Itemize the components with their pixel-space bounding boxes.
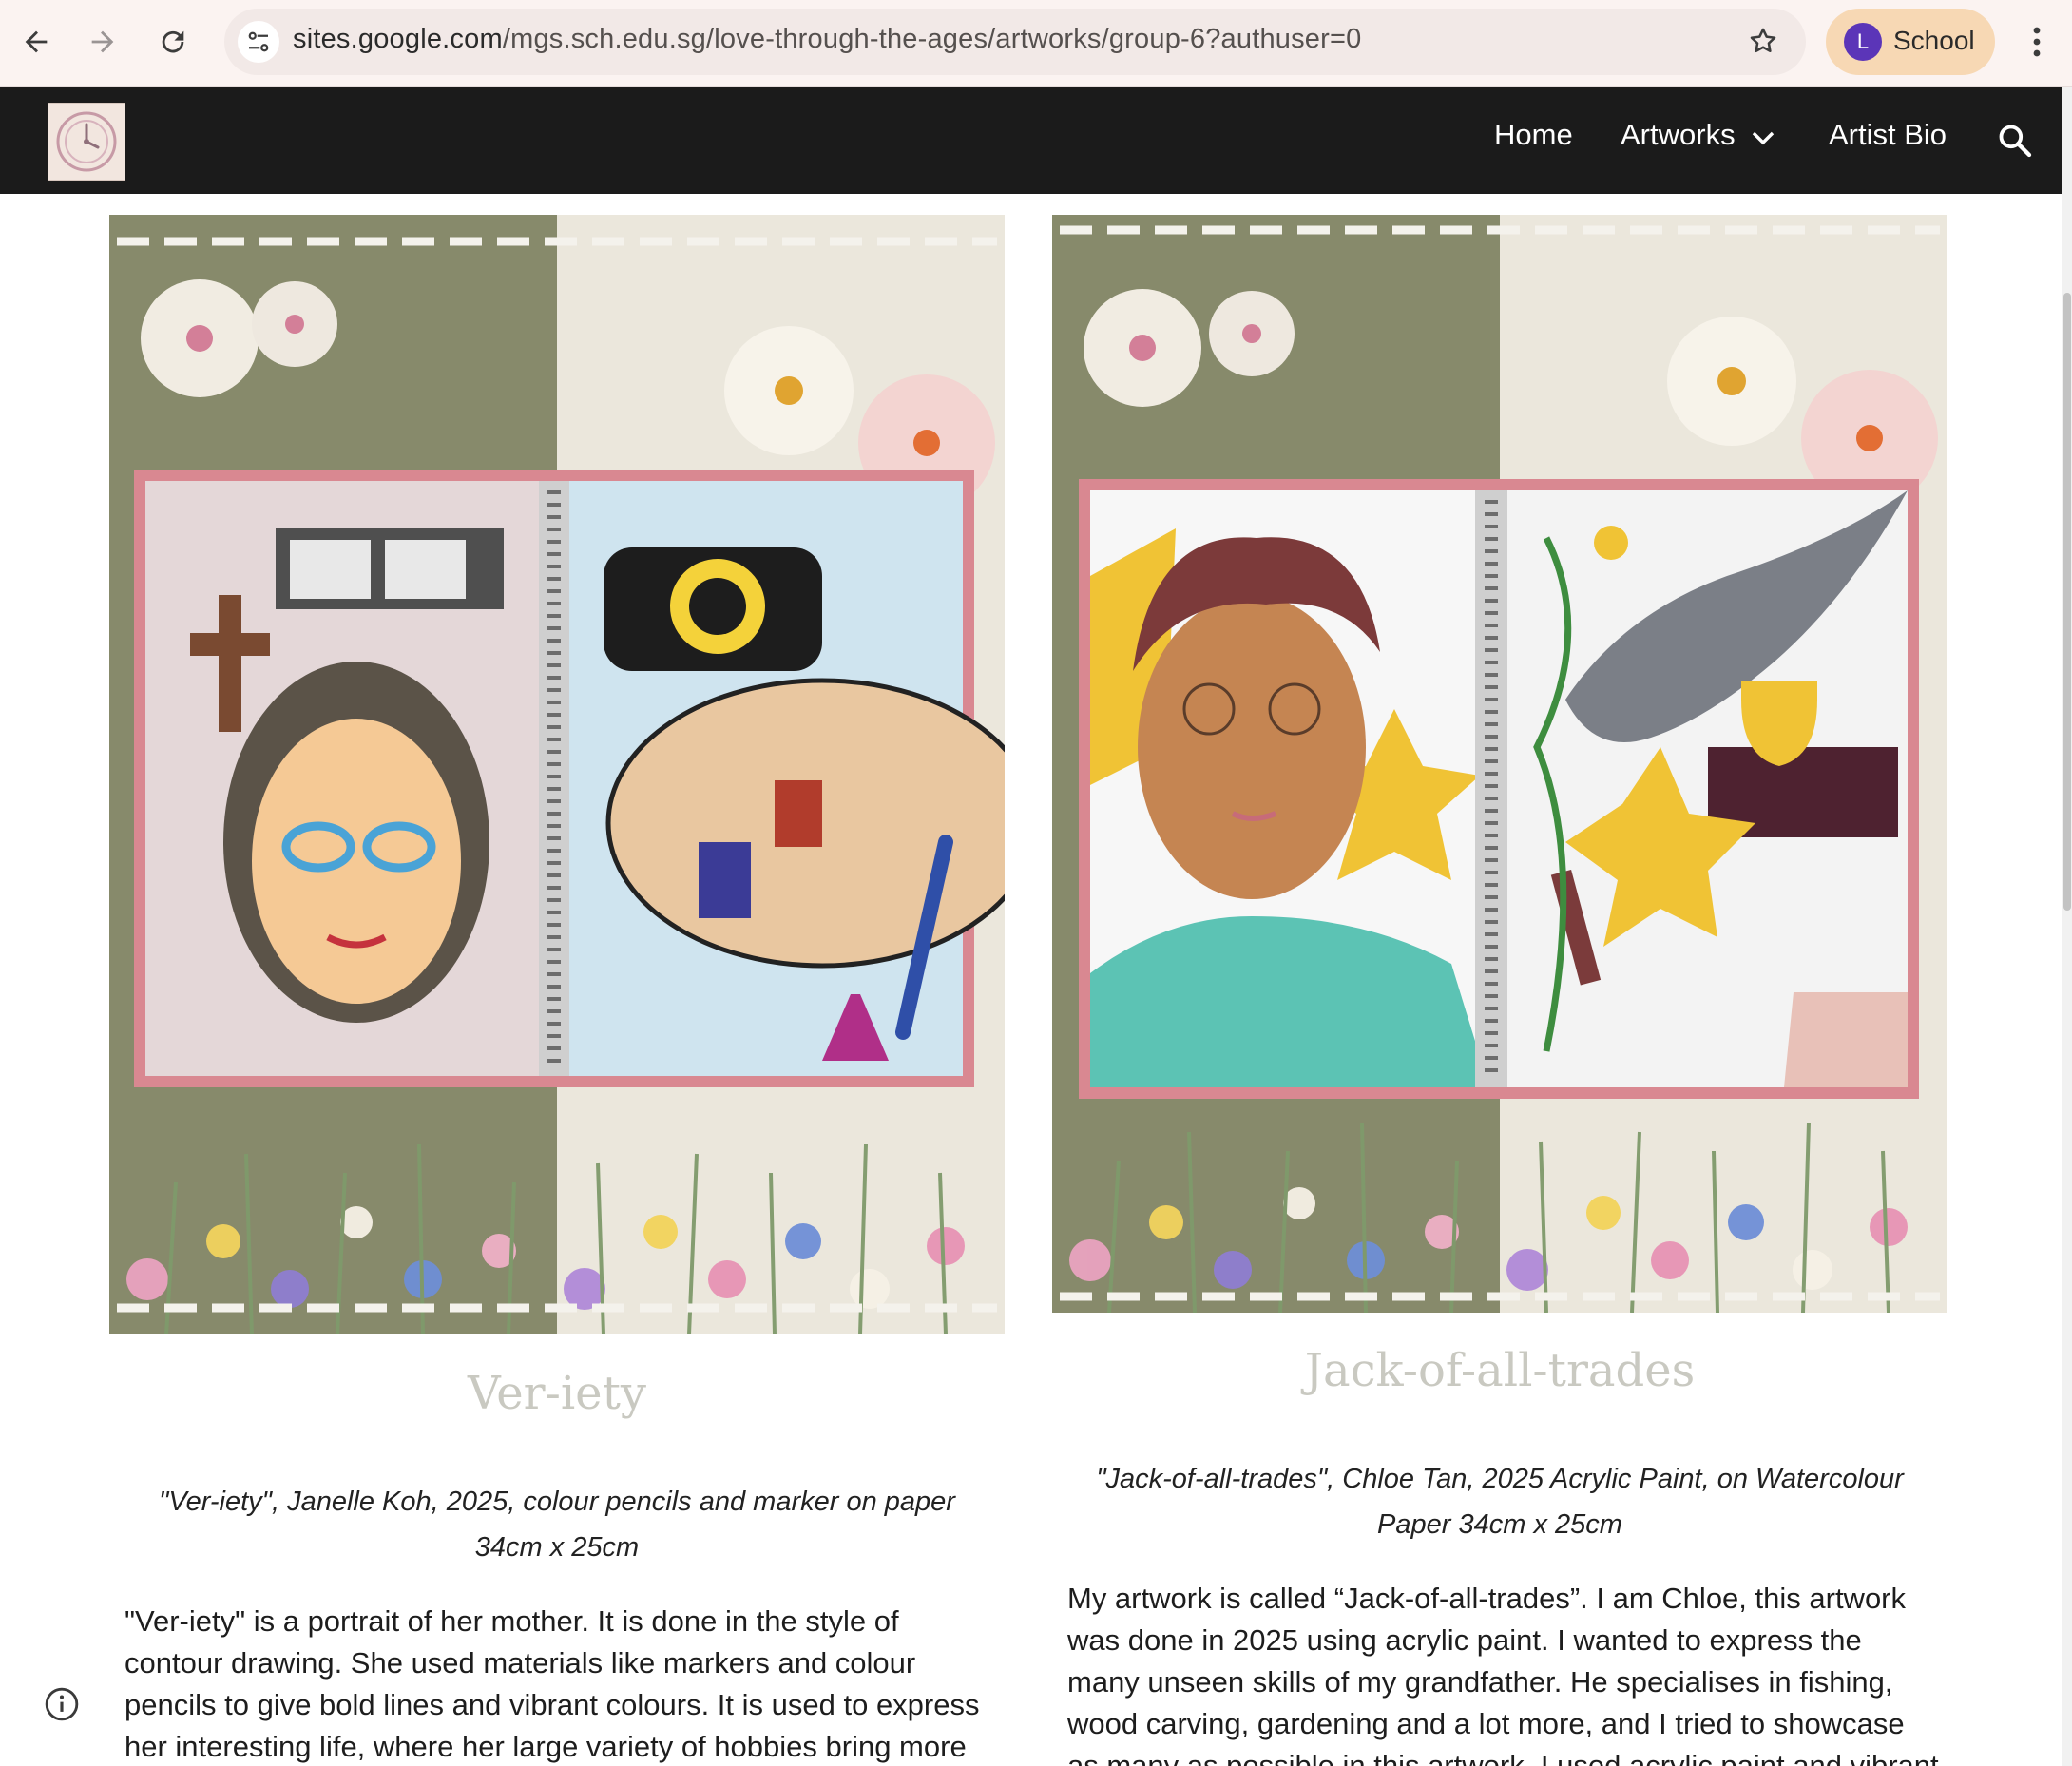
caption-line: 34cm x 25cm — [474, 1532, 640, 1563]
nav-artworks-label: Artworks — [1621, 118, 1736, 151]
artwork-caption: "Ver-iety", Janelle Koh, 2025, colour pe… — [109, 1479, 1005, 1570]
bookmark-star-icon[interactable] — [1747, 25, 1779, 61]
artwork-image-jack-of-all-trades[interactable] — [1052, 215, 1947, 1313]
forward-arrow-icon[interactable] — [82, 21, 124, 63]
scrollbar-thumb[interactable] — [2063, 293, 2071, 911]
artwork-title: Jack-of-all-trades — [1304, 1344, 1696, 1397]
url-text[interactable]: sites.google.com/mgs.sch.edu.sg/love-thr… — [293, 24, 1361, 55]
artwork-image-ver-iety[interactable] — [109, 215, 1005, 1334]
artwork-caption: "Jack-of-all-trades", Chloe Tan, 2025 Ac… — [1052, 1456, 1947, 1547]
caption-line: "Ver-iety", Janelle Koh, 2025, colour pe… — [159, 1487, 955, 1517]
nav-artworks[interactable]: Artworks — [1621, 118, 1775, 154]
info-icon[interactable] — [44, 1686, 80, 1722]
more-menu-icon[interactable] — [2023, 19, 2051, 65]
reload-icon[interactable] — [152, 21, 194, 63]
site-header: Home Artworks Artist Bio — [0, 87, 2062, 194]
artwork-description: "Ver-iety" is a portrait of her mother. … — [125, 1604, 980, 1763]
search-icon[interactable] — [1996, 122, 2034, 163]
url-path: /mgs.sch.edu.sg/love-through-the-ages/ar… — [502, 24, 1362, 54]
caption-line: Paper 34cm x 25cm — [1377, 1509, 1622, 1540]
nav-artist-bio[interactable]: Artist Bio — [1829, 118, 1947, 152]
url-host: sites.google.com — [293, 24, 503, 54]
avatar: L — [1844, 23, 1882, 61]
chevron-down-icon — [1751, 120, 1775, 154]
browser-toolbar: sites.google.com/mgs.sch.edu.sg/love-thr… — [0, 0, 2072, 87]
back-arrow-icon[interactable] — [15, 21, 57, 63]
address-bar[interactable]: sites.google.com/mgs.sch.edu.sg/love-thr… — [224, 9, 1806, 75]
site-info-icon[interactable] — [238, 21, 279, 63]
profile-label: School — [1893, 26, 1975, 55]
site-logo[interactable] — [48, 103, 125, 181]
artwork-title: Ver-iety — [468, 1367, 646, 1420]
nav-home[interactable]: Home — [1494, 118, 1573, 152]
profile-button[interactable]: L School — [1826, 9, 1995, 75]
caption-line: "Jack-of-all-trades", Chloe Tan, 2025 Ac… — [1096, 1464, 1904, 1494]
artwork-description: My artwork is called “Jack-of-all-trades… — [1067, 1582, 1939, 1766]
